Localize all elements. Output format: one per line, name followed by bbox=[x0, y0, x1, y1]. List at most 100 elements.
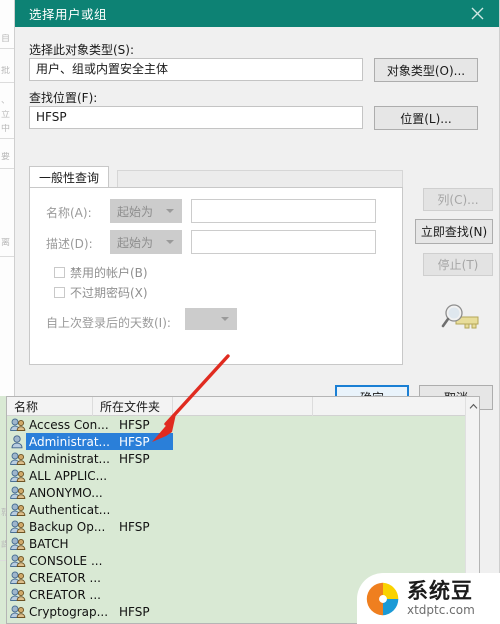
row-name: Authenticat... bbox=[29, 502, 111, 517]
title-bar: 选择用户或组 bbox=[15, 0, 499, 27]
object-type-label: 选择此对象类型(S): bbox=[29, 43, 135, 57]
row-name: Backup Op... bbox=[29, 519, 106, 534]
group-icon bbox=[10, 469, 27, 483]
group-icon bbox=[10, 605, 27, 619]
table-row[interactable]: CREATOR ... bbox=[7, 569, 479, 586]
background-text-fragment: 批 bbox=[1, 66, 10, 76]
object-type-button[interactable]: 对象类型(O)... bbox=[374, 58, 478, 82]
table-row[interactable]: ANONYMO... bbox=[7, 484, 479, 501]
column-header-name[interactable]: 名称 bbox=[7, 397, 93, 416]
group-icon bbox=[10, 452, 26, 465]
close-icon bbox=[471, 7, 483, 20]
non-expiring-password-label: 不过期密码(X) bbox=[70, 286, 148, 300]
location-button[interactable]: 位置(L)... bbox=[374, 106, 478, 130]
row-name: CONSOLE ... bbox=[29, 553, 103, 568]
non-expiring-password-checkbox[interactable]: 不过期密码(X) bbox=[54, 284, 148, 301]
name-input[interactable] bbox=[191, 199, 376, 223]
row-name: Cryptograp... bbox=[29, 604, 109, 619]
group-icon bbox=[10, 554, 26, 567]
general-query-panel: 名称(A): 起始为 描述(D): 起始为 禁用的帐户(B) 不过期密码(X) … bbox=[29, 187, 403, 365]
search-results-list[interactable]: 名称 所在文件夹 Access Con... HFSP Administrat..… bbox=[6, 396, 480, 624]
group-icon bbox=[10, 503, 26, 516]
background-text-fragment: 离 bbox=[1, 238, 10, 248]
stop-button[interactable]: 停止(T) bbox=[423, 253, 493, 276]
table-row[interactable]: Cryptograp... HFSP bbox=[7, 603, 479, 620]
group-icon bbox=[10, 571, 26, 584]
table-row[interactable]: BATCH bbox=[7, 535, 479, 552]
row-name: Access Con... bbox=[29, 417, 109, 432]
row-name: Administrat... bbox=[29, 434, 110, 449]
group-icon bbox=[10, 537, 26, 550]
location-label: 查找位置(F): bbox=[29, 91, 98, 105]
column-header-blank[interactable] bbox=[173, 397, 313, 416]
group-icon bbox=[10, 469, 26, 482]
column-header-folder[interactable]: 所在文件夹 bbox=[93, 397, 173, 416]
table-row[interactable]: CREATOR ... bbox=[7, 586, 479, 603]
table-row[interactable]: Access Con... HFSP bbox=[7, 416, 479, 433]
row-folder: HFSP bbox=[119, 519, 150, 534]
disabled-accounts-label: 禁用的帐户(B) bbox=[70, 266, 148, 280]
find-now-button[interactable]: 立即查找(N) bbox=[415, 219, 493, 244]
disabled-accounts-checkbox[interactable]: 禁用的帐户(B) bbox=[54, 264, 148, 281]
description-label: 描述(D): bbox=[46, 237, 93, 251]
key-search-icon bbox=[441, 304, 479, 329]
background-text-fragment: 要 bbox=[1, 152, 10, 162]
table-row[interactable]: Authenticat... bbox=[7, 501, 479, 518]
group-icon bbox=[10, 571, 27, 585]
table-row[interactable]: Administrat... HFSP bbox=[7, 450, 479, 467]
background-text-fragment: 、 bbox=[1, 96, 10, 106]
group-icon bbox=[10, 452, 27, 466]
row-folder: HFSP bbox=[119, 451, 150, 466]
group-icon bbox=[10, 486, 26, 499]
chevron-down-icon bbox=[221, 317, 229, 321]
checkbox-icon bbox=[54, 287, 65, 298]
table-row[interactable]: ALL APPLIC... bbox=[7, 467, 479, 484]
location-input[interactable]: HFSP bbox=[29, 106, 363, 129]
group-icon bbox=[10, 588, 26, 601]
row-folder: HFSP bbox=[119, 417, 150, 432]
scroll-up-button[interactable] bbox=[466, 399, 479, 413]
table-row[interactable]: CONSOLE ... bbox=[7, 552, 479, 569]
tab-strip: 一般性查询 bbox=[29, 166, 403, 188]
table-row[interactable]: Administrat... HFSP bbox=[7, 433, 479, 450]
days-since-logon-label: 自上次登录后的天数(I): bbox=[46, 316, 171, 330]
description-condition-value: 起始为 bbox=[117, 235, 154, 250]
description-condition-select[interactable]: 起始为 bbox=[110, 230, 182, 254]
row-folder: HFSP bbox=[119, 604, 150, 619]
close-button[interactable] bbox=[455, 0, 499, 27]
tab-general-query[interactable]: 一般性查询 bbox=[29, 166, 110, 188]
row-name: CREATOR ... bbox=[29, 570, 101, 585]
background-text-fragment: 自 bbox=[1, 34, 10, 44]
group-icon bbox=[10, 418, 26, 431]
row-folder: HFSP bbox=[119, 434, 150, 449]
description-input[interactable] bbox=[191, 230, 376, 254]
user-icon bbox=[10, 434, 27, 449]
group-icon bbox=[10, 605, 26, 618]
group-icon bbox=[10, 418, 27, 432]
list-scrollbar[interactable] bbox=[465, 397, 479, 623]
group-icon bbox=[10, 520, 27, 534]
user-icon bbox=[11, 434, 23, 448]
group-icon bbox=[10, 537, 27, 551]
object-type-input[interactable]: 用户、组或内置安全主体 bbox=[29, 58, 363, 81]
background-text-fragment: 立 bbox=[1, 110, 10, 120]
chevron-up-icon bbox=[469, 403, 477, 409]
row-name: CREATOR ... bbox=[29, 587, 101, 602]
list-column-headers: 名称 所在文件夹 bbox=[7, 397, 479, 416]
name-condition-select[interactable]: 起始为 bbox=[110, 199, 182, 223]
row-name: ANONYMO... bbox=[29, 485, 103, 500]
group-icon bbox=[10, 520, 26, 533]
group-icon bbox=[10, 554, 27, 568]
checkbox-icon bbox=[54, 267, 65, 278]
background-text-fragment: 中 bbox=[1, 124, 10, 134]
columns-button[interactable]: 列(C)... bbox=[423, 188, 493, 211]
chevron-down-icon bbox=[166, 240, 174, 244]
group-icon bbox=[10, 588, 27, 602]
name-condition-value: 起始为 bbox=[117, 204, 154, 219]
chevron-down-icon bbox=[166, 209, 174, 213]
table-row[interactable]: Backup Op... HFSP bbox=[7, 518, 479, 535]
days-since-logon-select[interactable] bbox=[185, 308, 237, 330]
row-name: ALL APPLIC... bbox=[29, 468, 108, 483]
list-rows: Access Con... HFSP Administrat... HFSP Adm… bbox=[7, 416, 479, 620]
row-name: Administrat... bbox=[29, 451, 110, 466]
